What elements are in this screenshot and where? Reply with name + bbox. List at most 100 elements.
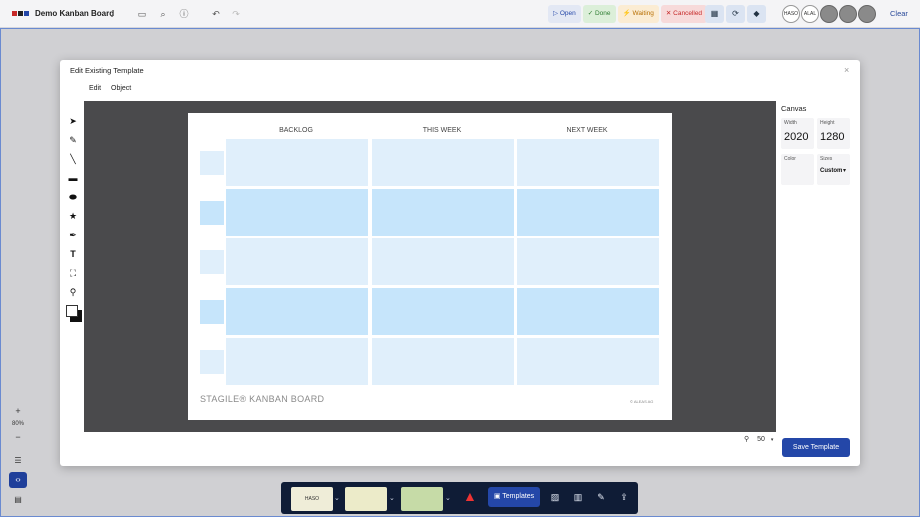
kanban-cell[interactable] [517, 189, 659, 236]
logo-square-black [18, 11, 23, 16]
close-icon[interactable]: × [844, 65, 849, 75]
status-open-button[interactable]: ▷ Open [548, 5, 581, 23]
kanban-cell[interactable] [372, 288, 514, 335]
color-label: Color [784, 156, 796, 162]
avatar[interactable]: ALAL [801, 5, 819, 23]
settings-button[interactable]: ◆ [747, 5, 766, 23]
sticky-note-cream[interactable] [345, 487, 387, 511]
chevron-down-icon[interactable]: ⌄ [334, 494, 340, 502]
chevron-down-icon[interactable]: ⌄ [389, 494, 395, 502]
cursor-icon[interactable]: ➤ [66, 112, 80, 131]
eyedropper-icon[interactable]: ⚲ [66, 283, 80, 302]
search-icon[interactable]: ⌕ [157, 8, 169, 20]
sizes-label: Sizes [820, 156, 833, 162]
row-marker [200, 151, 224, 175]
info-icon[interactable]: ⓘ [178, 8, 190, 20]
save-template-button[interactable]: Save Template [782, 438, 850, 457]
color-swatch-icon[interactable] [66, 302, 82, 324]
canvas-properties-panel: Canvas [781, 104, 806, 113]
color-field[interactable]: Color [781, 154, 814, 185]
code-view-button[interactable]: ‹› [9, 472, 27, 488]
kanban-cell[interactable] [517, 288, 659, 335]
kanban-cell[interactable] [372, 238, 514, 285]
canvas-zoom-select[interactable]: ⚲ 50 ▾ [744, 435, 773, 443]
calendar-icon: ▦ [710, 9, 719, 18]
panel-title: Canvas [781, 104, 807, 113]
x-icon: ✕ [665, 10, 672, 17]
kanban-cell[interactable] [372, 139, 514, 186]
image-icon[interactable]: ▨ [546, 489, 564, 505]
kanban-cell[interactable] [226, 238, 368, 285]
pen-icon[interactable]: ▲ [463, 488, 477, 504]
zoom-out-button[interactable]: − [10, 430, 26, 444]
upload-icon[interactable]: ⇪ [615, 489, 633, 505]
crop-icon[interactable]: ⛶ [66, 264, 80, 283]
avatar-photo[interactable] [858, 5, 876, 23]
kanban-cell[interactable] [226, 338, 368, 385]
templates-button[interactable]: ▣ Templates [488, 487, 540, 507]
library-icon[interactable]: ▥ [569, 489, 587, 505]
kanban-cell[interactable] [372, 189, 514, 236]
rectangle-icon[interactable]: ▬ [66, 169, 80, 188]
chevron-down-icon: ▾ [770, 437, 774, 443]
column-header-next-week: NEXT WEEK [566, 127, 608, 134]
line-icon[interactable]: ╲ [66, 150, 80, 169]
avatar[interactable]: HASO [782, 5, 800, 23]
height-field[interactable]: Height 1280 [817, 118, 850, 149]
row-marker [200, 201, 224, 225]
code-icon: ‹› [15, 475, 21, 484]
board-title[interactable]: Demo Kanban Board [35, 9, 114, 18]
sizes-select[interactable]: Sizes Custom ▾ [817, 154, 850, 185]
template-icon: ▣ [493, 493, 501, 500]
zoom-level: 80% [11, 421, 24, 427]
chevron-down-icon[interactable]: ⌄ [106, 8, 118, 20]
align-icon: ☰ [14, 456, 22, 465]
calendar-button[interactable]: ▦ [705, 5, 724, 23]
undo-icon[interactable]: ↶ [210, 8, 222, 20]
kanban-cell[interactable] [226, 139, 368, 186]
chevron-down-icon[interactable]: ⌄ [445, 494, 451, 502]
map-icon: ▤ [14, 495, 22, 504]
app-logo[interactable] [12, 11, 29, 16]
align-button[interactable]: ☰ [9, 453, 27, 469]
sizes-value: Custom [820, 168, 843, 174]
canvas-zoom-value: 50 [757, 436, 765, 443]
logo-square-blue [24, 11, 29, 16]
clear-button[interactable]: Clear [890, 9, 908, 18]
kanban-template[interactable]: BACKLOG THIS WEEK NEXT WEEK STAGILE® KAN… [188, 113, 672, 420]
logo-square-red [12, 11, 17, 16]
avatar-photo[interactable] [839, 5, 857, 23]
width-value: 2020 [784, 131, 809, 143]
status-done-button[interactable]: ✓ Done [582, 5, 616, 23]
width-field[interactable]: Width 2020 [781, 118, 814, 149]
zoom-in-button[interactable]: + [10, 404, 26, 418]
status-waiting-button[interactable]: ⚡ Waiting [617, 5, 659, 23]
avatar-photo[interactable] [820, 5, 838, 23]
kanban-cell[interactable] [226, 189, 368, 236]
pen-tool-icon[interactable]: ✒ [66, 226, 80, 245]
monitor-icon[interactable]: ▭ [136, 8, 148, 20]
sticky-note-green[interactable] [401, 487, 443, 511]
kanban-cell[interactable] [517, 139, 659, 186]
ellipse-icon[interactable]: ⬬ [66, 188, 80, 207]
redo-icon[interactable]: ↷ [230, 8, 242, 20]
status-cancelled-button[interactable]: ✕ Cancelled [660, 5, 708, 23]
menu-object[interactable]: Object [111, 85, 131, 92]
pencil-icon[interactable]: ✎ [66, 131, 80, 150]
zoom-controls: + 80% − [8, 404, 28, 444]
board-footer-title: STAGILE® KANBAN BOARD [200, 394, 325, 404]
text-icon[interactable]: T [66, 245, 80, 264]
editor-canvas[interactable]: BACKLOG THIS WEEK NEXT WEEK STAGILE® KAN… [84, 101, 776, 432]
drawing-tools: ➤ ✎ ╲ ▬ ⬬ ★ ✒ T ⛶ ⚲ [66, 112, 82, 324]
sync-button[interactable]: ⟳ [726, 5, 745, 23]
kanban-cell[interactable] [517, 238, 659, 285]
kanban-cell[interactable] [226, 288, 368, 335]
map-button[interactable]: ▤ [9, 492, 27, 508]
edit-icon[interactable]: ✎ [592, 489, 610, 505]
height-label: Height [820, 120, 835, 126]
star-icon[interactable]: ★ [66, 207, 80, 226]
menu-edit[interactable]: Edit [89, 85, 101, 92]
kanban-cell[interactable] [517, 338, 659, 385]
kanban-cell[interactable] [372, 338, 514, 385]
sticky-note-yellow[interactable]: HASO [291, 487, 333, 511]
